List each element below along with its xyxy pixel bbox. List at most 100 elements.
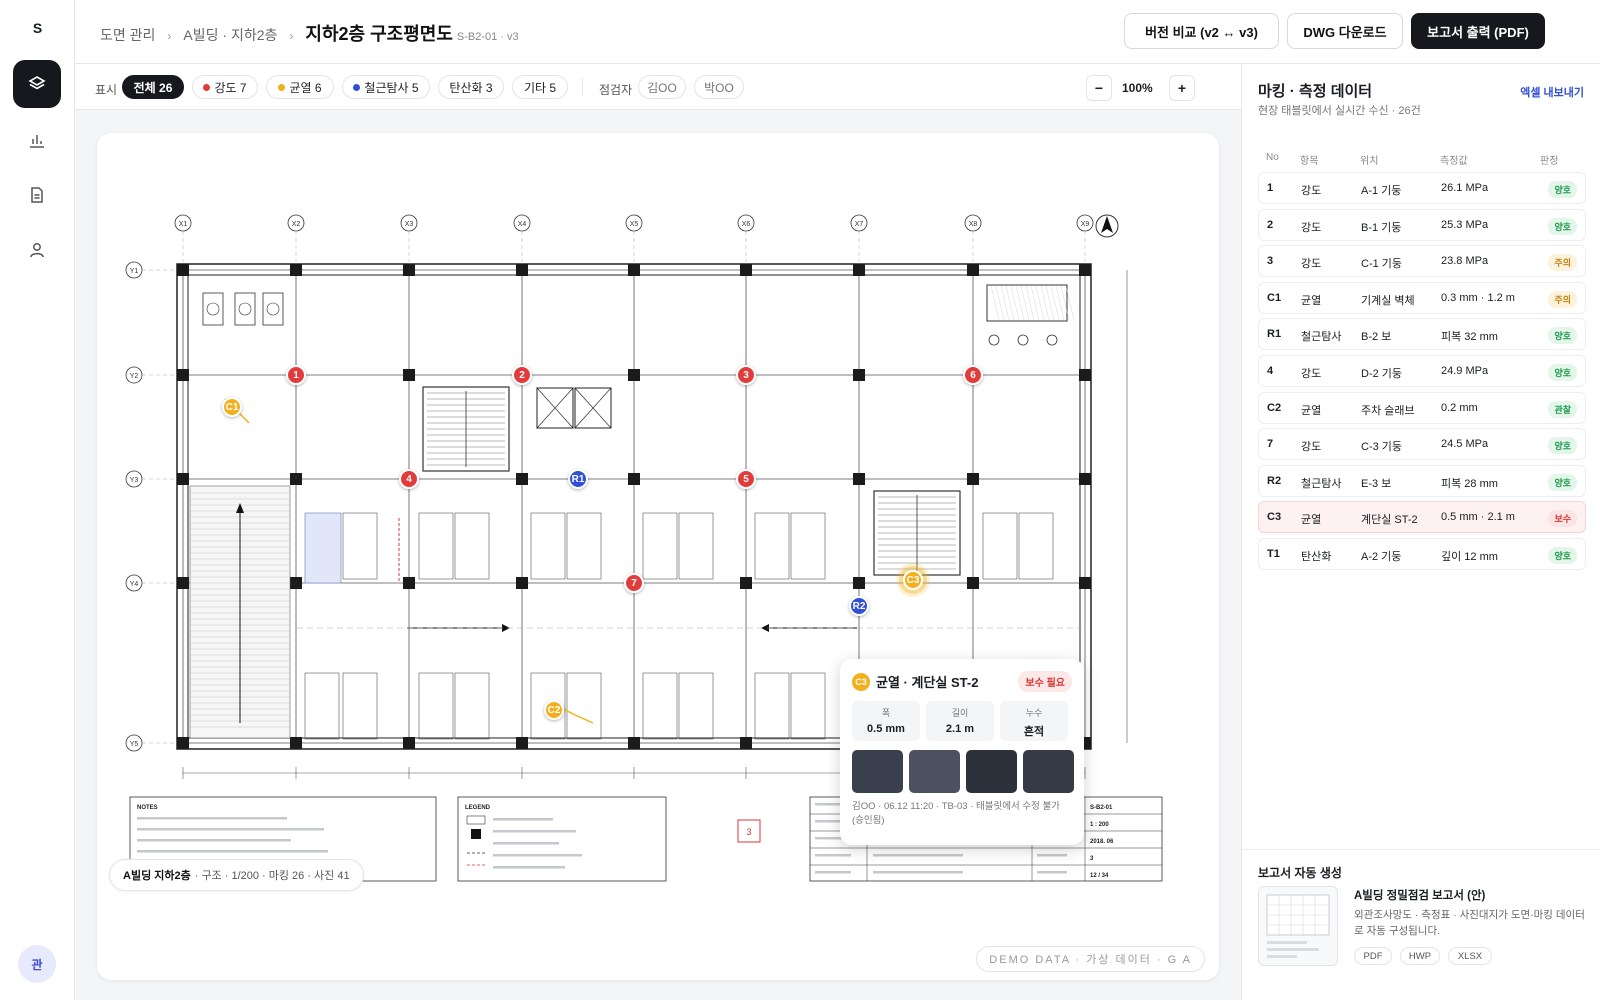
format-pdf-button[interactable]: PDF	[1354, 947, 1392, 965]
photo-thumbnail[interactable]	[909, 750, 960, 793]
table-row[interactable]: 1 강도 A-1 기둥 26.1 MPa 양호	[1258, 172, 1586, 204]
svg-text:X5: X5	[630, 221, 639, 228]
marker[interactable]: 1	[286, 365, 306, 385]
nav-users[interactable]	[13, 226, 61, 274]
svg-text:X9: X9	[1081, 221, 1090, 228]
cell-item: 강도	[1301, 368, 1322, 380]
cell-no: 3	[1267, 255, 1274, 268]
format-xlsx-button[interactable]: XLSX	[1448, 947, 1492, 965]
user-avatar[interactable]: 관	[18, 945, 56, 983]
cell-val: 24.9 MPa	[1441, 365, 1489, 377]
zoom-in-button[interactable]: +	[1169, 75, 1195, 101]
popup-title: 균열 · 계단실 ST-2	[876, 675, 979, 690]
marker[interactable]: R2	[849, 596, 869, 616]
marker[interactable]: 6	[963, 365, 983, 385]
col-header: 판정	[1540, 156, 1559, 167]
marker-selected[interactable]: C3	[903, 570, 923, 590]
svg-text:Y1: Y1	[130, 268, 139, 275]
cell-item: 강도	[1301, 258, 1322, 271]
breadcrumb-item[interactable]: A빌딩 · 지하2층	[183, 25, 277, 45]
marker[interactable]: 7	[624, 573, 644, 593]
stat-value: 2.1 m	[945, 723, 975, 735]
cell-item: 균열	[1301, 404, 1322, 417]
drawing-canvas[interactable]: X1 X2 X3 X4 X5 X6 X7 X8 X9 Y1 Y2 Y3 Y4 Y5 NOTES LEGEND 3…	[97, 133, 1219, 980]
inspector-label: 점검자	[599, 83, 633, 97]
info-building: A빌딩 지하2층	[123, 870, 191, 882]
svg-text:Y4: Y4	[130, 581, 139, 588]
excel-export-link[interactable]: 엑셀 내보내기	[1520, 84, 1584, 100]
table-row[interactable]: C3 균열 계단실 ST-2 0.5 mm · 2.1 m 보수	[1258, 501, 1586, 534]
layers-icon	[28, 76, 46, 90]
cell-no: 2	[1267, 218, 1274, 231]
svg-text:X6: X6	[742, 221, 751, 228]
marker[interactable]: 5	[736, 469, 756, 489]
marker[interactable]: 3	[736, 365, 756, 385]
svg-text:S-B2-01: S-B2-01	[1090, 805, 1113, 811]
cell-no: C2	[1267, 401, 1282, 414]
svg-text:12 / 34: 12 / 34	[1090, 873, 1109, 879]
table-row[interactable]: T1 탄산화 A-2 기둥 깊이 12 mm 양호	[1258, 538, 1586, 570]
filter-chip-carbonation[interactable]: 탄산화 3	[438, 75, 504, 99]
cell-loc: C-1 기둥	[1361, 258, 1403, 271]
marker[interactable]: 2	[512, 365, 532, 385]
report-section-title: 보고서 자동 생성	[1258, 866, 1342, 880]
judgement-badge: 보수	[1548, 510, 1577, 528]
cell-no: R2	[1267, 474, 1282, 487]
cell-val: 25.3 MPa	[1441, 218, 1489, 231]
inspector-chip[interactable]: 김OO	[638, 75, 686, 99]
marker[interactable]: C2	[544, 700, 564, 720]
cell-item: 강도	[1301, 441, 1322, 454]
sheet-version: S-B2-01 · v3	[456, 31, 519, 43]
table-row[interactable]: 4 강도 D-2 기둥 24.9 MPa 양호	[1258, 355, 1586, 387]
nav-charts[interactable]	[13, 116, 61, 164]
inspector-chip[interactable]: 박OO	[694, 75, 744, 99]
filter-chip-strength[interactable]: 강도 7	[192, 75, 258, 99]
cell-loc: 계단실 ST-2	[1361, 514, 1418, 527]
zoom-out-button[interactable]: −	[1086, 75, 1112, 101]
cell-item: 균열	[1301, 294, 1322, 307]
table-row[interactable]: R1 철근탐사 B-2 보 피복 32 mm 양호	[1258, 318, 1586, 351]
table-row[interactable]: C1 균열 기계실 벽체 0.3 mm · 1.2 m 주의	[1258, 281, 1586, 314]
photo-thumbnail[interactable]	[966, 750, 1017, 793]
report-export-button[interactable]: 보고서 출력 (PDF)	[1411, 13, 1545, 49]
table-row[interactable]: 7 강도 C-3 기둥 24.5 MPa 양호	[1258, 428, 1586, 461]
info-details: · 구조 · 1/200 · 마킹 26 · 사진 41	[194, 870, 350, 882]
dwg-download-button[interactable]: DWG 다운로드	[1287, 13, 1403, 49]
table-row[interactable]: R2 철근탐사 E-3 보 피복 28 mm 양호	[1258, 464, 1586, 497]
red-dot-icon	[203, 83, 211, 91]
marker[interactable]: C1	[222, 397, 242, 417]
cell-loc: 기계실 벽체	[1361, 294, 1415, 307]
cell-loc: 주차 슬래브	[1361, 404, 1415, 417]
report-thumbnail[interactable]	[1258, 886, 1338, 966]
chip-label: 전체 26	[133, 80, 173, 95]
marker[interactable]: 4	[399, 469, 419, 489]
cell-item: 균열	[1301, 514, 1322, 527]
chip-label: 철근탐사 5	[364, 80, 419, 95]
table-row[interactable]: C2 균열 주차 슬래브 0.2 mm 관찰	[1258, 391, 1586, 424]
nav-layers[interactable]	[13, 60, 61, 108]
cell-no: 4	[1267, 365, 1274, 377]
chevron-right-icon: ›	[167, 29, 172, 43]
filter-chip-rebar[interactable]: 철근탐사 5	[342, 75, 430, 99]
demo-watermark: DEMO DATA · 가상 데이터 · G A	[976, 946, 1205, 972]
filter-chip-crack[interactable]: 균열 6	[266, 75, 334, 99]
cell-val: 26.1 MPa	[1441, 182, 1489, 194]
cell-item: 철근탐사	[1301, 477, 1342, 490]
breadcrumb-item[interactable]: 도면 관리	[100, 25, 155, 45]
app-logo[interactable]: S	[0, 20, 75, 36]
svg-text:X1: X1	[179, 221, 188, 228]
table-row[interactable]: 2 강도 B-1 기둥 25.3 MPa 양호	[1258, 208, 1586, 241]
cell-loc: B-1 기둥	[1361, 221, 1402, 234]
col-header: 측정값	[1440, 156, 1468, 167]
filter-chip-all[interactable]: 전체 26	[122, 75, 184, 99]
table-row[interactable]: 3 강도 C-1 기둥 23.8 MPa 주의	[1258, 245, 1586, 278]
svg-text:3: 3	[746, 827, 751, 837]
compare-version-button[interactable]: 버전 비교 (v2 ↔ v3)	[1124, 13, 1279, 49]
photo-thumbnail[interactable]	[1023, 750, 1074, 793]
marker[interactable]: R1	[568, 469, 588, 489]
photo-thumbnail[interactable]	[852, 750, 903, 793]
nav-documents[interactable]	[13, 171, 61, 219]
col-header: No	[1266, 152, 1279, 163]
format-hwp-button[interactable]: HWP	[1400, 947, 1440, 965]
filter-chip-etc[interactable]: 기타 5	[512, 75, 568, 99]
